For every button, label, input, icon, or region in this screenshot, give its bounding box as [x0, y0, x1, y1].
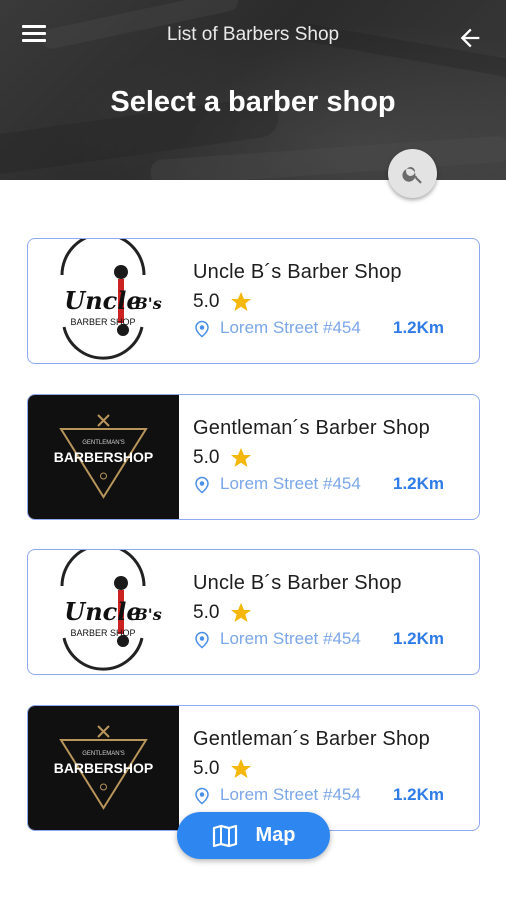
- shop-address: Lorem Street #454: [220, 474, 361, 493]
- location-icon: [195, 787, 209, 805]
- shop-name: Gentleman´s Barber Shop: [193, 728, 430, 750]
- location-icon: [195, 476, 209, 494]
- star-icon: [231, 448, 252, 467]
- shop-card[interactable]: Uncle B's BARBER SHOP Uncle B´s Barber S…: [27, 549, 480, 675]
- map-button-label: Map: [255, 824, 296, 846]
- shop-distance: 1.2Km: [393, 785, 445, 804]
- shop-card[interactable]: Uncle B's BARBER SHOP Uncle B´s Barber S…: [27, 238, 480, 364]
- svg-text:Uncle: Uncle: [64, 286, 141, 315]
- shop-distance: 1.2Km: [393, 474, 445, 493]
- shop-rating: 5.0: [193, 447, 220, 468]
- back-button[interactable]: [456, 24, 486, 52]
- shop-distance: 1.2Km: [393, 318, 445, 337]
- map-icon: [212, 824, 237, 847]
- svg-text:BARBER SHOP: BARBER SHOP: [70, 317, 135, 327]
- gentlemans-barbershop-logo: GENTLEMAN'S BARBERSHOP: [28, 706, 179, 830]
- location-icon: [195, 631, 209, 649]
- star-icon: [231, 292, 252, 311]
- map-button[interactable]: Map: [177, 812, 330, 859]
- page-heading: Select a barber shop: [110, 86, 396, 118]
- search-button[interactable]: [388, 149, 437, 198]
- star-icon: [231, 603, 252, 622]
- shop-rating: 5.0: [193, 602, 220, 623]
- search-icon: [401, 166, 422, 184]
- uncle-bs-logo: Uncle B's BARBER SHOP: [28, 550, 179, 674]
- shop-name: Uncle B´s Barber Shop: [193, 261, 402, 283]
- gentlemans-barbershop-logo: GENTLEMAN'S BARBERSHOP: [28, 395, 179, 519]
- svg-text:B's: B's: [133, 605, 161, 624]
- star-icon: [231, 759, 252, 778]
- shop-distance: 1.2Km: [393, 629, 445, 648]
- shop-address: Lorem Street #454: [220, 785, 361, 804]
- svg-text:GENTLEMAN'S: GENTLEMAN'S: [82, 440, 125, 446]
- shop-name: Uncle B´s Barber Shop: [193, 572, 402, 594]
- shop-address: Lorem Street #454: [220, 629, 361, 648]
- header: List of Barbers Shop Select a barber sho…: [0, 0, 506, 180]
- svg-text:Uncle: Uncle: [64, 597, 141, 626]
- location-icon: [195, 320, 209, 338]
- shop-rating: 5.0: [193, 758, 220, 779]
- arrow-left-icon: [460, 28, 480, 48]
- shop-card[interactable]: GENTLEMAN'S BARBERSHOP Gentleman´s Barbe…: [27, 394, 480, 520]
- page-title: List of Barbers Shop: [166, 24, 340, 45]
- svg-text:BARBERSHOP: BARBERSHOP: [54, 760, 154, 776]
- shop-rating: 5.0: [193, 291, 220, 312]
- svg-text:B's: B's: [133, 294, 161, 313]
- shop-name: Gentleman´s Barber Shop: [193, 417, 430, 439]
- svg-text:BARBER SHOP: BARBER SHOP: [70, 628, 135, 638]
- shop-address: Lorem Street #454: [220, 318, 361, 337]
- uncle-bs-logo: Uncle B's BARBER SHOP: [28, 239, 179, 363]
- svg-text:BARBERSHOP: BARBERSHOP: [54, 449, 154, 465]
- svg-text:GENTLEMAN'S: GENTLEMAN'S: [82, 751, 125, 757]
